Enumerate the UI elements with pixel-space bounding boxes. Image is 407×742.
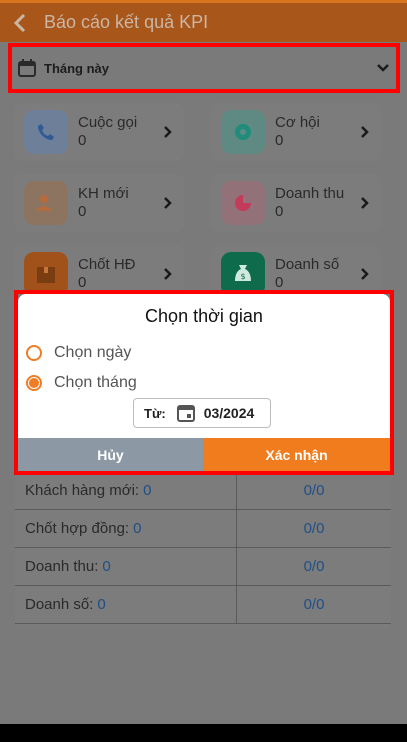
from-label: Từ: xyxy=(144,405,166,421)
radio-day[interactable] xyxy=(26,345,42,361)
radio-month[interactable] xyxy=(26,375,42,391)
chevron-down-icon xyxy=(377,64,389,72)
card-revenue[interactable]: Doanh thu 0 xyxy=(211,174,381,232)
row-label: Doanh thu: xyxy=(25,558,99,575)
card-calls[interactable]: Cuộc gọi 0 xyxy=(14,103,184,161)
row-ratio: 0/0 xyxy=(303,482,325,499)
chevron-right-icon xyxy=(158,125,178,139)
card-value: 0 xyxy=(78,132,87,149)
card-value: 0 xyxy=(275,132,284,149)
chevron-right-icon xyxy=(158,267,178,281)
card-value: 0 xyxy=(275,203,284,220)
card-value: 0 xyxy=(78,203,87,220)
page-title: Báo cáo kết quả KPI xyxy=(44,12,209,32)
option-month[interactable]: Chọn tháng xyxy=(26,374,137,392)
table-row: Chốt hợp đồng: 0 0/0 xyxy=(15,510,391,548)
row-ratio: 0/0 xyxy=(303,520,325,537)
calendar-icon xyxy=(18,59,36,77)
new-customer-icon xyxy=(24,181,68,225)
card-label: Cơ hội xyxy=(275,114,320,131)
table-row: Doanh số: 0 0/0 xyxy=(15,586,391,624)
kpi-table: Khách hàng mới: 0 0/0 Chốt hợp đồng: 0 0/0… xyxy=(15,472,391,628)
card-label: Doanh thu xyxy=(275,185,345,202)
card-label: Chốt HĐ xyxy=(78,256,136,273)
row-label: Chốt hợp đồng: xyxy=(25,520,130,537)
chevron-right-icon xyxy=(158,196,178,210)
row-label: Doanh số: xyxy=(25,596,94,613)
date-value: 03/2024 xyxy=(203,405,255,421)
row-value: 0 xyxy=(133,520,142,537)
time-picker-dialog: Chọn thời gian Chọn ngày Chọn tháng Từ: … xyxy=(18,294,390,471)
chevron-right-icon xyxy=(355,196,375,210)
calendar-icon xyxy=(176,405,195,422)
card-label: KH mới xyxy=(78,185,129,202)
card-label: Doanh số xyxy=(275,256,340,273)
back-arrow-icon xyxy=(13,13,26,32)
row-value: 0 xyxy=(97,596,106,613)
card-label: Cuộc gọi xyxy=(78,114,138,131)
back-button[interactable] xyxy=(0,3,40,43)
table-row: Khách hàng mới: 0 0/0 xyxy=(15,472,391,510)
option-day-label: Chọn ngày xyxy=(54,344,132,361)
row-ratio: 0/0 xyxy=(303,596,325,613)
row-value: 0 xyxy=(143,482,152,499)
phone-icon xyxy=(24,110,68,154)
card-opportunity[interactable]: Cơ hội 0 xyxy=(211,103,381,161)
option-month-label: Chọn tháng xyxy=(54,374,137,391)
period-label: Tháng này xyxy=(44,60,110,76)
cancel-button[interactable]: Hủy xyxy=(18,438,203,471)
svg-text:$: $ xyxy=(240,272,245,281)
row-label: Khách hàng mới: xyxy=(25,482,140,499)
row-value: 0 xyxy=(102,558,111,575)
opportunity-icon xyxy=(221,110,265,154)
table-row: Doanh thu: 0 0/0 xyxy=(15,548,391,586)
bottom-bar xyxy=(0,724,407,742)
pie-chart-icon xyxy=(221,181,265,225)
date-input[interactable]: Từ: 03/2024 xyxy=(133,398,271,428)
dialog-title: Chọn thời gian xyxy=(145,306,263,326)
confirm-button[interactable]: Xác nhận xyxy=(203,438,390,471)
chevron-right-icon xyxy=(355,125,375,139)
option-day[interactable]: Chọn ngày xyxy=(26,344,131,362)
row-ratio: 0/0 xyxy=(303,558,325,575)
period-selector[interactable]: Tháng này xyxy=(8,43,400,93)
card-new-customers[interactable]: KH mới 0 xyxy=(14,174,184,232)
app-header: Báo cáo kết quả KPI xyxy=(0,0,407,42)
chevron-right-icon xyxy=(355,267,375,281)
